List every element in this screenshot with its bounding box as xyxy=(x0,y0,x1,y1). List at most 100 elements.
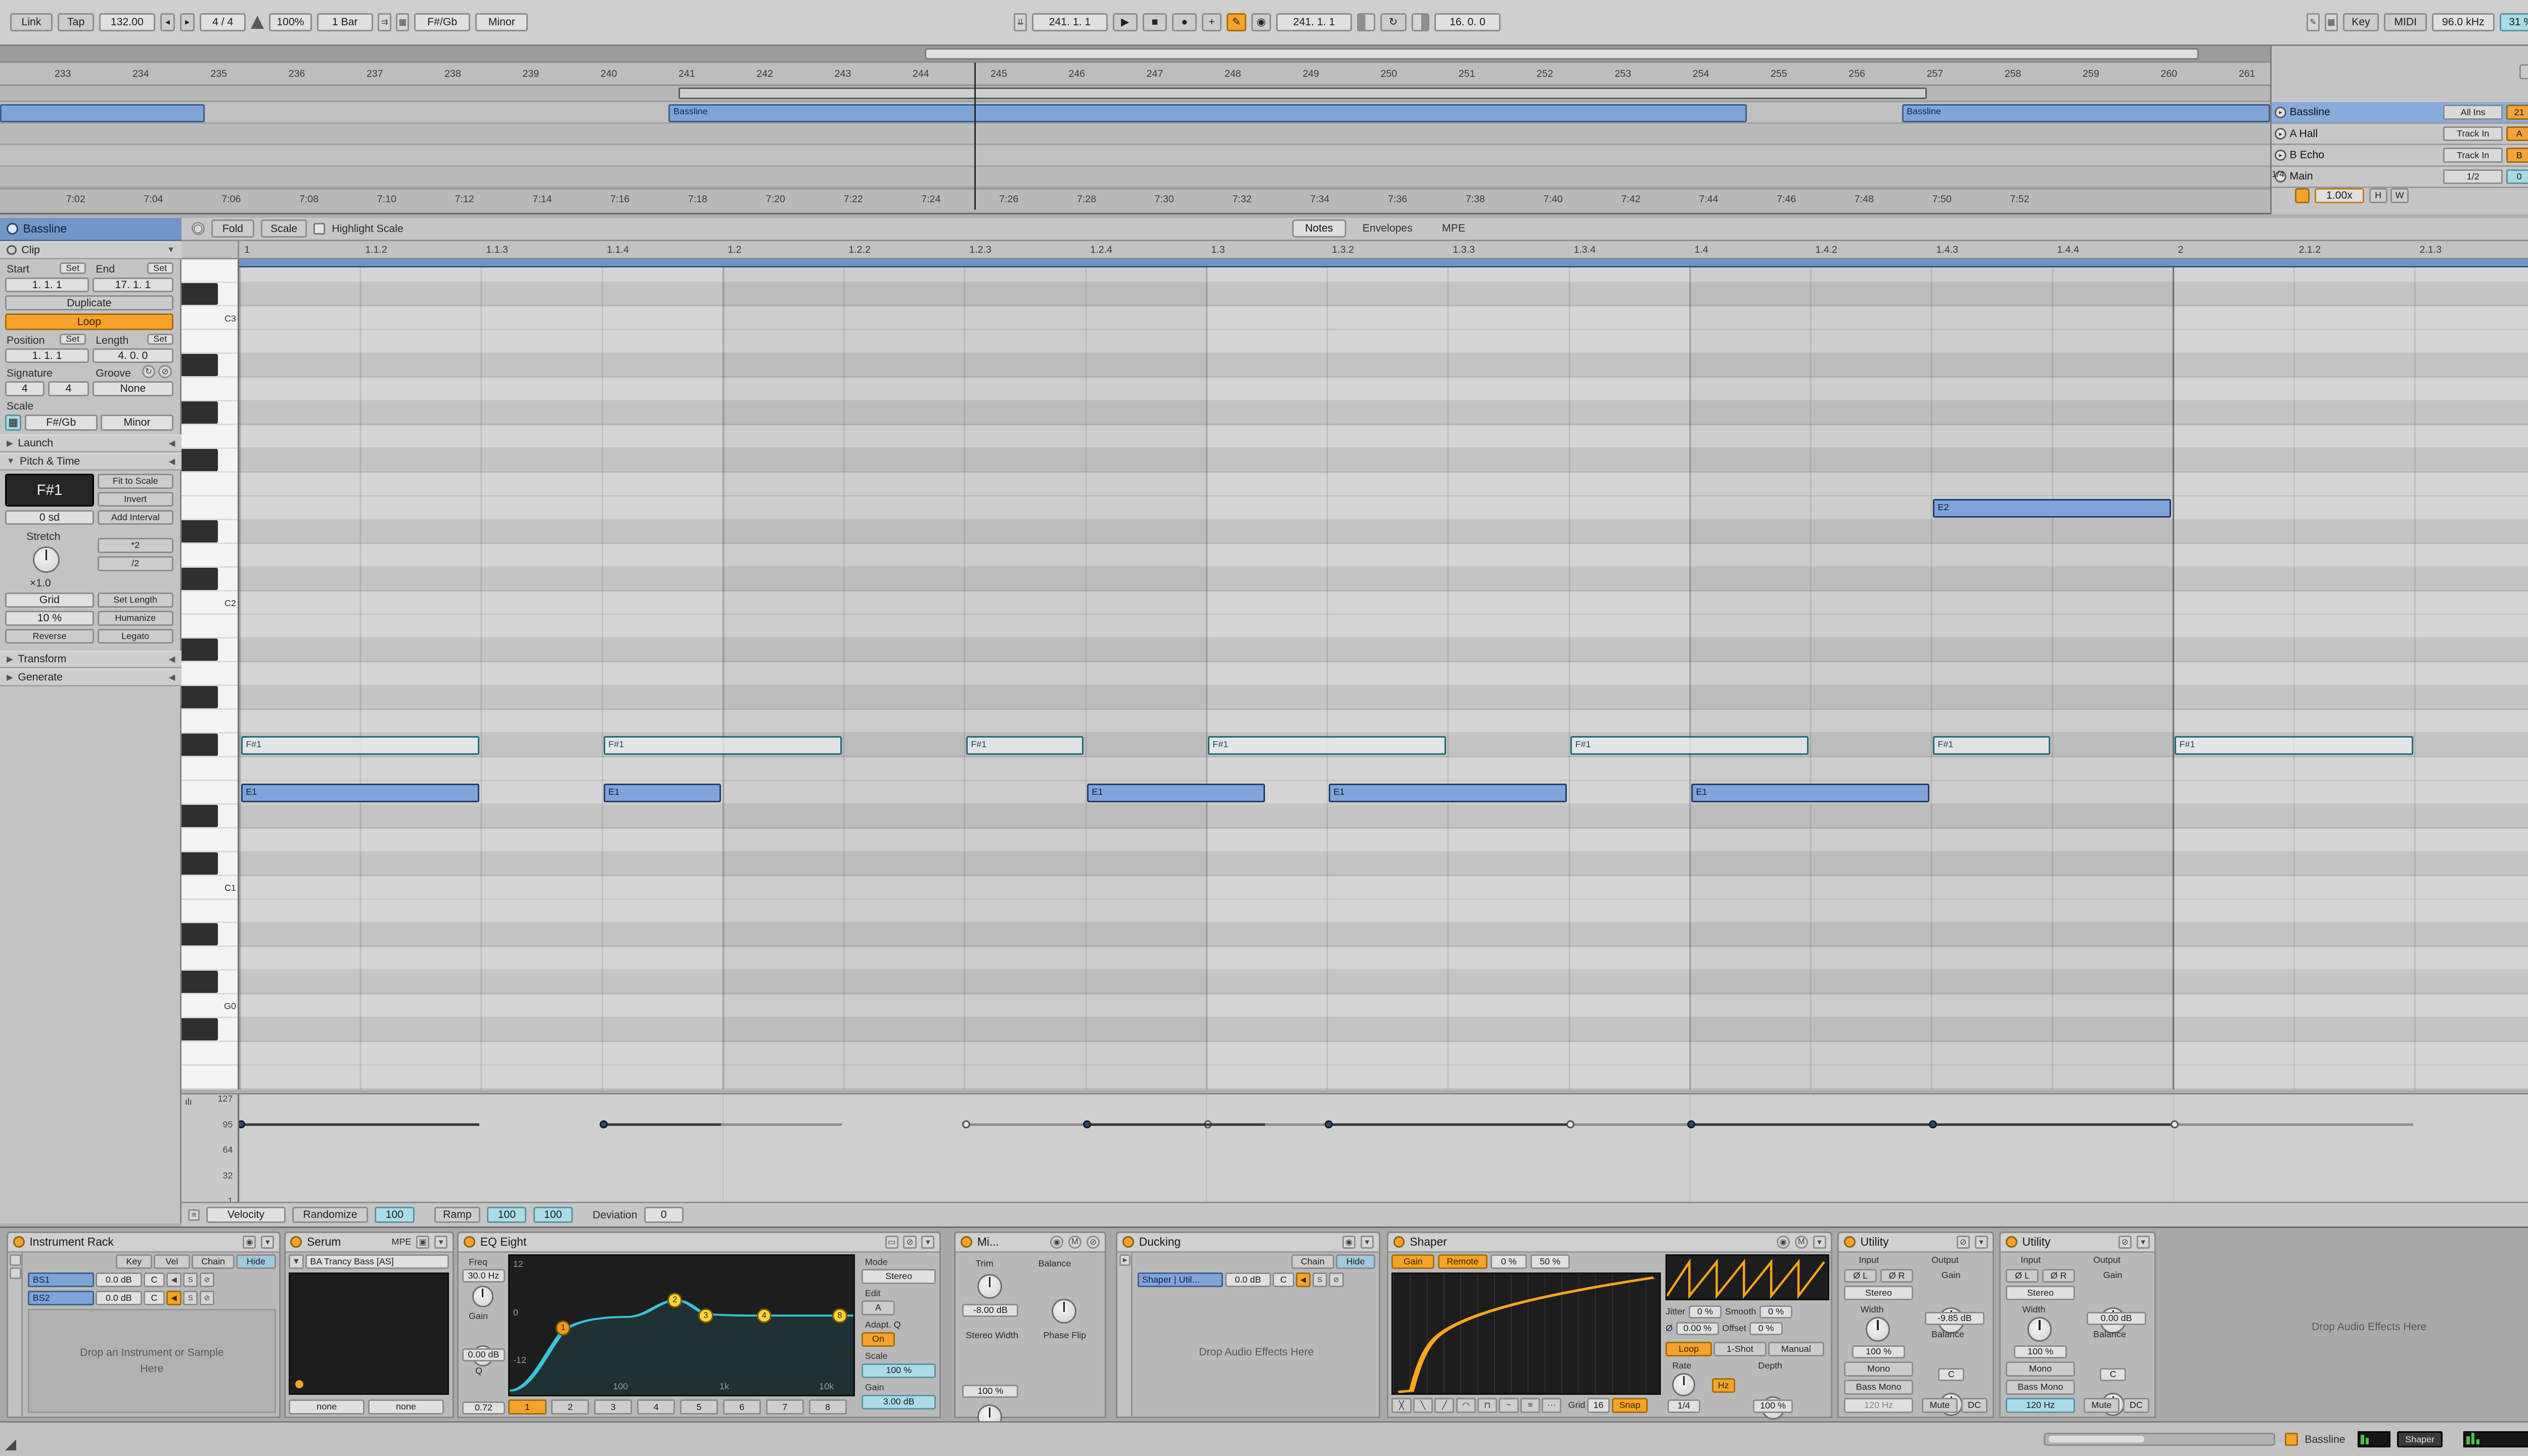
transpose-display[interactable]: F#1 xyxy=(5,474,94,507)
chain-zones-button[interactable]: Chain xyxy=(192,1254,235,1269)
device-title-bar[interactable]: Mi... ◉ M ⊘ xyxy=(956,1233,1104,1253)
chain-activator-icon[interactable]: ◀ xyxy=(166,1272,181,1287)
device-activator-icon[interactable] xyxy=(290,1236,302,1248)
clip-scale-root-select[interactable]: F#/Gb xyxy=(25,415,98,431)
width-value[interactable]: 100 % xyxy=(1852,1345,1905,1358)
eq-band-handle[interactable]: 2 xyxy=(667,1293,682,1307)
info-view-toggle-icon[interactable] xyxy=(5,1439,16,1450)
white-key[interactable] xyxy=(182,757,239,781)
black-key[interactable] xyxy=(182,401,239,425)
bar-number[interactable]: 242 xyxy=(756,69,773,79)
nudge-up-button[interactable]: ▸ xyxy=(180,13,195,31)
device-activator-icon[interactable] xyxy=(1393,1236,1405,1248)
tap-tempo-button[interactable]: Tap xyxy=(58,13,94,31)
stereo-width-value[interactable]: 100 % xyxy=(962,1385,1018,1398)
fold-icon[interactable]: ▾ xyxy=(1975,1236,1988,1249)
bar-number[interactable]: 261 xyxy=(2239,69,2255,79)
arrangement-track-lane[interactable] xyxy=(0,167,2270,188)
plugin-window-icon[interactable]: ▣ xyxy=(416,1236,429,1249)
velocity-marker[interactable] xyxy=(1325,1120,1333,1128)
black-key[interactable] xyxy=(182,568,239,592)
bar-number[interactable]: 259 xyxy=(2083,69,2099,79)
randomize-button[interactable]: Randomize xyxy=(292,1207,368,1223)
fold-icon[interactable]: ▾ xyxy=(1361,1236,1374,1249)
note-grid[interactable]: F#1F#1F#1F#1F#1F#1F#1F#1E1E1E1E1E1E2 xyxy=(239,259,2528,1089)
arrangement-clip[interactable] xyxy=(0,104,205,122)
smooth-value[interactable]: 0 % xyxy=(1759,1305,1792,1318)
macro-toggle-icon[interactable] xyxy=(10,1254,21,1266)
chain-solo-button[interactable]: S xyxy=(1313,1272,1327,1287)
tab-mpe[interactable]: MPE xyxy=(1429,219,1478,238)
midi-note[interactable]: F#1 xyxy=(1933,736,2050,755)
arrangement-bar-ruler[interactable]: 2332342352362372382392402412422432442452… xyxy=(0,63,2270,86)
mute-toggle[interactable]: Mute xyxy=(2084,1398,2120,1413)
track-badge[interactable]: B xyxy=(2506,148,2528,162)
loop-mode-button[interactable]: Loop xyxy=(1665,1342,1711,1356)
oneshot-mode-button[interactable]: 1-Shot xyxy=(1713,1342,1766,1356)
hotswap-icon[interactable]: ⊘ xyxy=(903,1236,916,1249)
eq-band-button[interactable]: 7 xyxy=(766,1399,804,1414)
output-gain-value[interactable]: 3.00 dB xyxy=(862,1395,936,1409)
set-length-button[interactable]: Set Length xyxy=(98,593,173,607)
midi-note[interactable]: F#1 xyxy=(966,736,1084,755)
device-ducking-rack[interactable]: Ducking ◉ ▾ ▸ Chain Hide Shaper | Util..… xyxy=(1116,1232,1380,1418)
map-icon[interactable]: ◉ xyxy=(243,1236,256,1249)
tab-notes[interactable]: Notes xyxy=(1292,219,1346,238)
audition-icon[interactable]: ◯ xyxy=(192,222,205,235)
shape-preset-button[interactable]: ◠ xyxy=(1456,1398,1476,1413)
legato-button[interactable]: Legato xyxy=(98,629,173,644)
gain-value[interactable]: 0.00 dB xyxy=(2087,1312,2146,1325)
loop-length-field[interactable]: 4. 0. 0 xyxy=(93,348,173,363)
shaper-grid-value[interactable]: 16 xyxy=(1587,1398,1610,1413)
phase-right-toggle[interactable]: Ø R xyxy=(1880,1269,1913,1282)
shape-preset-button[interactable]: ╳ xyxy=(1391,1398,1411,1413)
bar-number[interactable]: 240 xyxy=(601,69,617,79)
velocity-lane[interactable] xyxy=(239,1093,2528,1202)
punch-in-button[interactable] xyxy=(1357,13,1375,31)
length-set-button[interactable]: Set xyxy=(147,334,173,345)
velocity-marker[interactable] xyxy=(1566,1120,1574,1128)
preset-name-field[interactable]: BA Trancy Bass [AS] xyxy=(305,1254,449,1269)
midi-note[interactable]: F#1 xyxy=(1208,736,1447,755)
key-map-button[interactable]: Key xyxy=(2343,13,2379,31)
signature-denominator-field[interactable]: 4 xyxy=(48,381,89,396)
balance-value[interactable]: C xyxy=(1938,1368,1964,1381)
chain-volume[interactable]: 0.0 dB xyxy=(96,1272,142,1287)
black-key[interactable] xyxy=(182,639,239,662)
scale-value[interactable]: 100 % xyxy=(862,1363,936,1378)
rack-chain-row[interactable]: Shaper | Util... 0.0 dB C ◀ S ⊘ xyxy=(1138,1272,1376,1287)
arrangement-overview[interactable] xyxy=(0,46,2270,63)
chain-toggle-icon[interactable]: ▸ xyxy=(1119,1254,1131,1266)
note-beat-ruler[interactable]: 11.1.21.1.31.1.41.21.2.21.2.31.2.41.31.3… xyxy=(239,241,2528,259)
black-key[interactable] xyxy=(182,283,239,307)
rack-drop-area[interactable]: Drop Audio Effects Here xyxy=(1138,1292,1376,1413)
mute-toggle[interactable]: Mute xyxy=(1922,1398,1958,1413)
end-set-button[interactable]: Set xyxy=(147,262,173,274)
track-input[interactable]: All Ins xyxy=(2443,105,2503,119)
set-locator-button[interactable]: Set xyxy=(2519,64,2528,79)
channel-mode-select[interactable]: Stereo xyxy=(1844,1286,1913,1300)
chain-pan[interactable]: C xyxy=(144,1272,165,1287)
midi-note[interactable]: F#1 xyxy=(2175,736,2413,755)
midi-note[interactable]: E1 xyxy=(241,784,480,802)
white-key[interactable] xyxy=(182,259,239,283)
map-icon[interactable]: ◉ xyxy=(1342,1236,1356,1249)
white-key[interactable] xyxy=(182,947,239,971)
reverse-button[interactable]: Reverse xyxy=(5,629,94,644)
mode-select[interactable]: Stereo xyxy=(862,1269,936,1284)
computer-midi-keyboard-icon[interactable]: ▦ xyxy=(2325,13,2338,31)
chain-hotswap-icon[interactable]: ⊘ xyxy=(200,1272,214,1287)
midi-note[interactable]: E1 xyxy=(1329,784,1567,802)
lane-handle-icon[interactable]: ≡ xyxy=(188,1209,200,1221)
track-badge[interactable]: 21 xyxy=(2506,105,2528,119)
bar-number[interactable]: 234 xyxy=(132,69,149,79)
humanize-amount-field[interactable]: 10 % xyxy=(5,611,94,625)
trim-value[interactable]: -8.00 dB xyxy=(962,1304,1018,1317)
map-icon[interactable]: ◉ xyxy=(1777,1236,1790,1249)
groove-select[interactable]: None xyxy=(93,381,173,396)
bar-number[interactable]: 252 xyxy=(1537,69,1553,79)
draw-mode-icon[interactable]: ✎ xyxy=(2307,13,2320,31)
deviation-field[interactable]: 0 xyxy=(644,1207,684,1223)
loop-toggle[interactable]: Loop xyxy=(5,313,173,330)
bar-number[interactable]: 247 xyxy=(1147,69,1163,79)
